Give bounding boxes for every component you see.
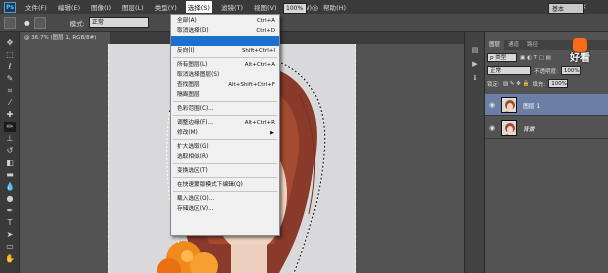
- pen-tool-icon[interactable]: ✒: [4, 206, 16, 216]
- quick-select-tool-icon[interactable]: ✎: [4, 74, 16, 84]
- menu-filter[interactable]: 滤镜(T): [219, 1, 245, 13]
- history-brush-tool-icon[interactable]: ↺: [4, 146, 16, 156]
- gradient-tool-icon[interactable]: ▬: [4, 170, 16, 180]
- menu-item-save-selection[interactable]: 存储选区(V)...: [171, 204, 279, 214]
- healing-tool-icon[interactable]: ✚: [4, 110, 16, 120]
- eyedropper-tool-icon[interactable]: ⁄: [4, 98, 16, 108]
- tab-paths[interactable]: 路径: [523, 40, 542, 50]
- move-tool-icon[interactable]: ✥: [4, 38, 16, 48]
- layer-thumbnail: [501, 97, 517, 113]
- layer-thumbnail: [501, 120, 517, 136]
- layer-row-background[interactable]: ◉ 背景: [485, 117, 608, 139]
- mode-select[interactable]: 正常: [88, 17, 149, 28]
- blur-tool-icon[interactable]: 💧: [4, 182, 16, 192]
- tool-preset-icon[interactable]: [4, 16, 16, 29]
- opacity-input[interactable]: 100%: [283, 3, 307, 14]
- tab-layers[interactable]: 图层: [485, 40, 505, 50]
- photoshop-logo: Ps: [4, 1, 16, 13]
- brush-tool-icon[interactable]: ✏: [4, 122, 16, 132]
- menu-select[interactable]: 选择(S): [185, 1, 212, 13]
- lock-label: 锁定:: [487, 81, 500, 88]
- layer-filter-row: p 类型 ▣ ◐ T ▢ ▤: [487, 52, 551, 63]
- path-select-tool-icon[interactable]: ➤: [4, 230, 16, 240]
- menu-item-find-layers[interactable]: 查找图层 Alt+Shift+Ctrl+F: [171, 80, 279, 90]
- layer-name[interactable]: 图层 1: [523, 101, 540, 110]
- menu-item-color-range[interactable]: 色彩范围(C)...: [171, 104, 279, 114]
- brush-panel-icon[interactable]: [33, 16, 46, 29]
- menu-item-modify[interactable]: 修改(M) ▶: [171, 128, 279, 138]
- layer-name[interactable]: 背景: [523, 124, 535, 133]
- blend-mode-select[interactable]: 正常: [487, 66, 531, 75]
- menu-layer[interactable]: 图层(L): [120, 1, 146, 13]
- right-panel-dock: ▤ ▶ ℹ 图层 通道 路径 p 类型 ▣ ◐ T ▢ ▤ 正常 不透明度: 1…: [464, 32, 608, 273]
- pressure-icon[interactable]: ◎: [312, 4, 318, 12]
- menu-help[interactable]: 帮助(H): [321, 1, 348, 13]
- menu-item-deselect[interactable]: 取消选择(D) Ctrl+D: [171, 26, 279, 36]
- watermark-text: 好看: [570, 53, 590, 64]
- opacity-label: 不透明度:: [534, 68, 558, 75]
- menu-divider: [173, 57, 277, 58]
- hand-tool-icon[interactable]: ✋: [4, 254, 16, 264]
- type-tool-icon[interactable]: T: [4, 218, 16, 228]
- menu-item-select-all[interactable]: 全部(A) Ctrl+A: [171, 16, 279, 26]
- menu-item-load-selection[interactable]: 载入选区(O)...: [171, 194, 279, 204]
- menu-item-all-layers[interactable]: 所有图层(L) Alt+Ctrl+A: [171, 60, 279, 70]
- menu-item-similar[interactable]: 选取相似(R): [171, 152, 279, 162]
- history-icon[interactable]: ▤: [470, 46, 480, 54]
- lock-row: 锁定: ▨ ✎ ✥ 🔒 填充: 100%: [487, 78, 569, 89]
- panel-icon-strip: ▤ ▶ ℹ: [465, 32, 485, 273]
- fill-label: 填充:: [532, 81, 546, 88]
- portrait-thumb: [502, 98, 516, 112]
- menu-divider: [173, 191, 277, 192]
- crop-tool-icon[interactable]: ⌗: [4, 86, 16, 96]
- menu-view[interactable]: 视图(V): [252, 1, 279, 13]
- clone-stamp-tool-icon[interactable]: ⊥: [4, 134, 16, 144]
- menu-item-transform-selection[interactable]: 变换选区(T): [171, 166, 279, 176]
- menu-item-grow[interactable]: 扩大选取(G): [171, 142, 279, 152]
- layer-fill-input[interactable]: 100%: [548, 79, 569, 88]
- menu-item-refine-edge[interactable]: 调整边缘(F)... Alt+Ctrl+R: [171, 118, 279, 128]
- mode-label: 模式:: [69, 19, 85, 28]
- workspace-select[interactable]: 基本: [548, 3, 584, 14]
- menu-type[interactable]: 类型(Y): [153, 1, 179, 13]
- menu-item-deselect-layers[interactable]: 取消选择图层(S): [171, 70, 279, 80]
- options-bar: ● 模式: 正常: [0, 14, 608, 32]
- menu-file[interactable]: 文件(F): [23, 1, 49, 13]
- tool-panel: ✥ ⬚ ℓ ✎ ⌗ ⁄ ✚ ✏ ⊥ ↺ ◧ ▬ 💧 ● ✒ T ➤ ▭ ✋: [0, 32, 20, 273]
- brush-size-icon[interactable]: ●: [24, 19, 30, 27]
- select-menu-dropdown: 全部(A) Ctrl+A 取消选择(D) Ctrl+D 反向(I) Shift+Ctr…: [170, 14, 280, 236]
- portrait-thumb: [502, 121, 516, 135]
- menu-item-quick-mask[interactable]: 在快速蒙版模式下编辑(Q): [171, 180, 279, 190]
- menu-item-highlighted[interactable]: [171, 36, 279, 46]
- lock-icons[interactable]: ▨ ✎ ✥ 🔒: [503, 81, 530, 87]
- menu-item-isolate-layers[interactable]: 隔离图层: [171, 90, 279, 100]
- menu-image[interactable]: 图像(I): [89, 1, 113, 13]
- menu-item-inverse[interactable]: 反向(I) Shift+Ctrl+I: [171, 46, 279, 56]
- properties-icon[interactable]: ℹ: [470, 74, 480, 82]
- visibility-eye-icon[interactable]: ◉: [489, 124, 495, 132]
- tab-channels[interactable]: 通道: [504, 40, 523, 50]
- blend-row: 正常 不透明度: 100%: [487, 65, 581, 76]
- lasso-tool-icon[interactable]: ℓ: [4, 62, 16, 72]
- menu-divider: [173, 139, 277, 140]
- layer-kind-filter[interactable]: p 类型: [487, 53, 517, 62]
- shape-tool-icon[interactable]: ▭: [4, 242, 16, 252]
- filter-icons[interactable]: ▣ ◐ T ▢ ▤: [520, 55, 551, 61]
- menu-divider: [173, 177, 277, 178]
- layer-row-layer1[interactable]: ◉ 图层 1: [485, 94, 608, 116]
- eraser-tool-icon[interactable]: ◧: [4, 158, 16, 168]
- submenu-arrow-icon: ▶: [270, 130, 274, 136]
- actions-icon[interactable]: ▶: [470, 60, 480, 68]
- menu-divider: [173, 115, 277, 116]
- document-tab[interactable]: @ 36.7% (图层 1, RGB/8#): [20, 32, 110, 44]
- menu-edit[interactable]: 编辑(E): [56, 1, 82, 13]
- layers-panel: 图层 通道 路径 p 类型 ▣ ◐ T ▢ ▤ 正常 不透明度: 100% 锁定…: [485, 40, 608, 273]
- dodge-tool-icon[interactable]: ●: [4, 194, 16, 204]
- visibility-eye-icon[interactable]: ◉: [489, 101, 495, 109]
- watermark: 好看: [570, 38, 606, 68]
- menu-divider: [173, 101, 277, 102]
- menu-divider: [173, 163, 277, 164]
- marquee-tool-icon[interactable]: ⬚: [4, 50, 16, 60]
